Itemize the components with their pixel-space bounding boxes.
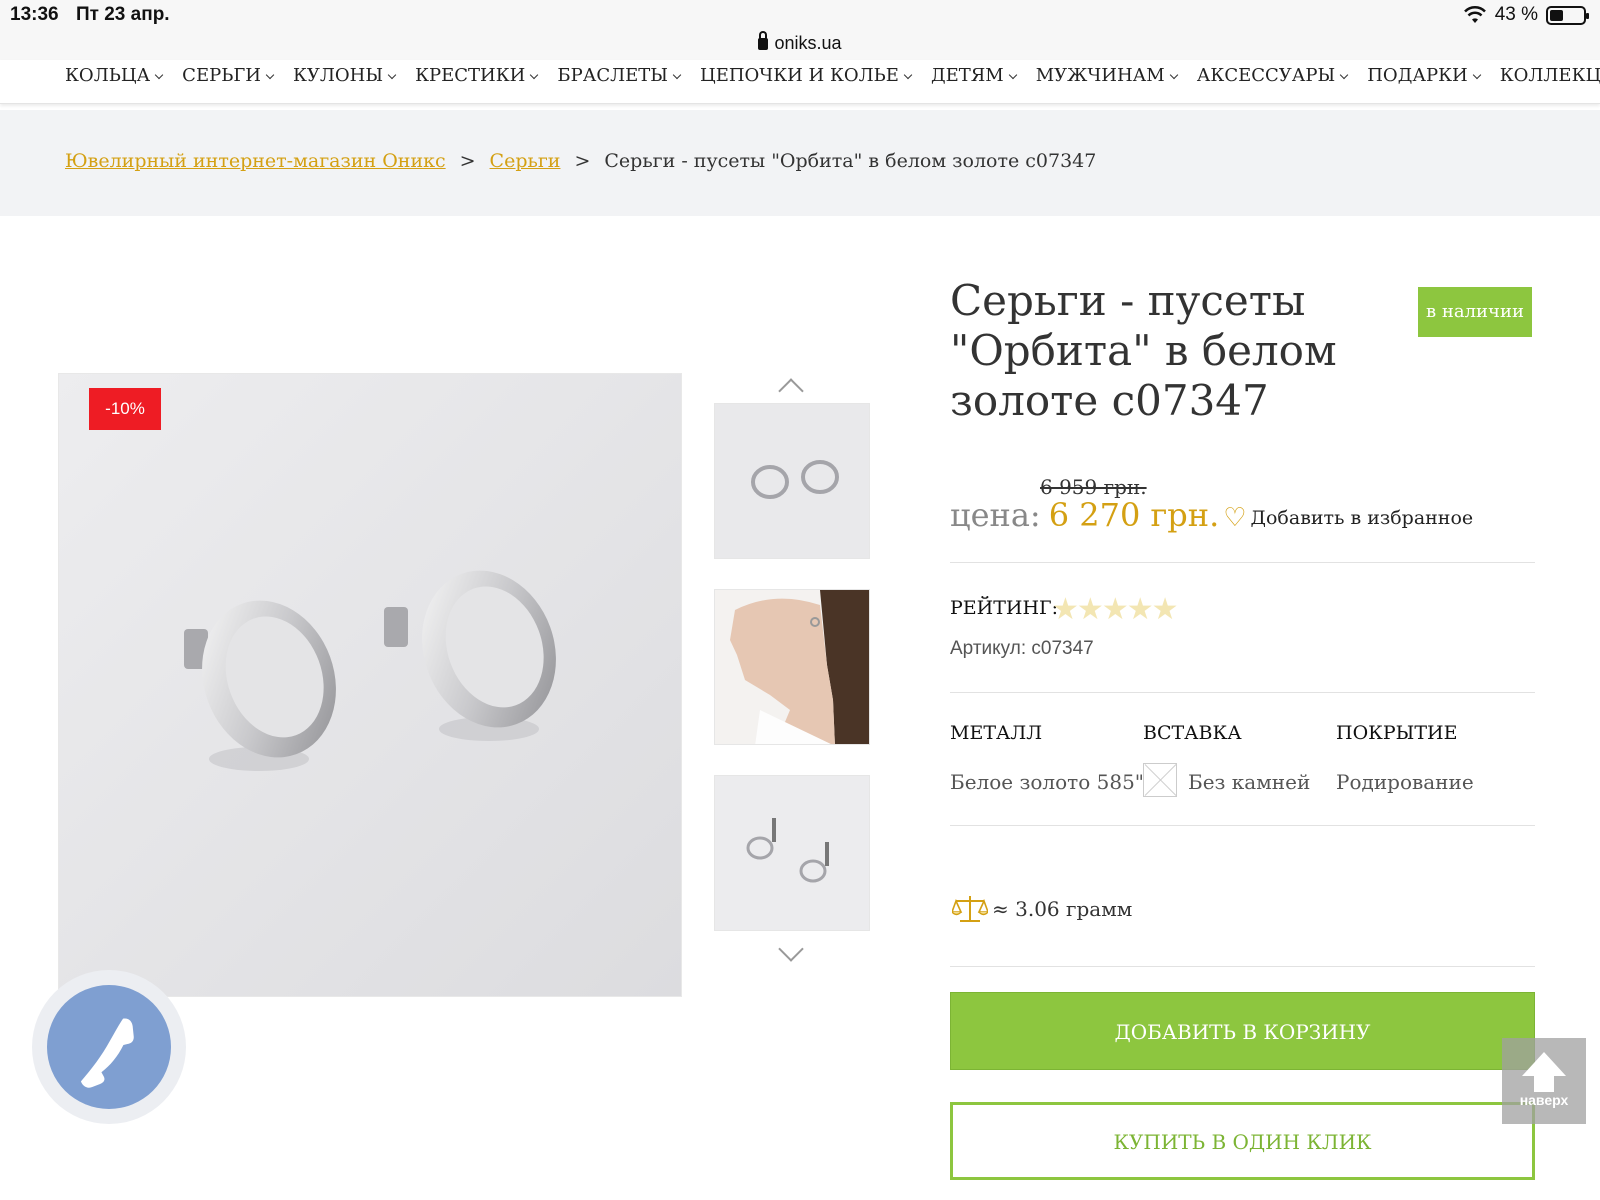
breadcrumb-current: Серьги - пусеты "Орбита" в белом золоте … (604, 150, 1097, 172)
scales-icon (952, 896, 988, 922)
add-to-cart-button[interactable]: ДОБАВИТЬ В КОРЗИНУ (950, 992, 1535, 1070)
star-icon[interactable]: ★ (1052, 592, 1079, 627)
menu-item[interactable]: БРАСЛЕТЫ (557, 60, 682, 92)
menu-item-label: СЕРЬГИ (182, 65, 261, 86)
star-icon[interactable]: ★ (1127, 592, 1154, 627)
chevron-down-icon (1008, 70, 1017, 79)
weight-value: ≈ 3.06 грамм (992, 897, 1133, 921)
prop-insert-head: ВСТАВКА (1143, 722, 1242, 744)
menu-item[interactable]: ПОДАРКИ (1367, 60, 1481, 92)
thumbnail-earrings-back (715, 776, 869, 930)
menu-item[interactable]: КРЕСТИКИ (415, 60, 539, 92)
thumbs-up-arrow[interactable] (778, 378, 804, 404)
chevron-down-icon (265, 70, 275, 79)
thumbnail-earrings-front (715, 404, 869, 558)
battery-icon (1546, 5, 1589, 25)
breadcrumb-separator: > (459, 150, 476, 172)
arrow-up-stem (1534, 1076, 1554, 1092)
thumbs-down-arrow[interactable] (778, 936, 804, 962)
divider (950, 966, 1535, 967)
chevron-down-icon (903, 70, 913, 79)
thumbnail[interactable] (714, 775, 870, 931)
divider (950, 562, 1535, 563)
menu-item[interactable]: МУЖЧИНАМ (1035, 60, 1178, 92)
menu-item-label: АКСЕССУАРЫ (1196, 65, 1336, 86)
main-menu: КОЛЬЦА СЕРЬГИ КУЛОНЫ КРЕСТИКИ БРАСЛЕТЫ ЦЕПОЧК… (0, 60, 1600, 104)
buy-one-click-button[interactable]: КУПИТЬ В ОДИН КЛИК (950, 1102, 1535, 1180)
rating-label: РЕЙТИНГ: (950, 597, 1059, 619)
call-button[interactable] (47, 985, 171, 1109)
breadcrumb: Ювелирный интернет-магазин Оникс > Серьг… (0, 110, 1600, 216)
menu-item[interactable]: КУЛОНЫ (292, 60, 397, 92)
menu-item[interactable]: КОЛЛЕКЦИИ (1500, 60, 1600, 92)
weight-info: ≈ 3.06 грамм (952, 893, 1132, 925)
menu-item-label: МУЖЧИНАМ (1035, 65, 1165, 86)
menu-item-label: КОЛЛЕКЦИИ (1499, 65, 1600, 86)
chevron-down-icon (1169, 70, 1178, 79)
arrow-up-icon (1522, 1052, 1566, 1076)
status-bar: 13:36 Пт 23 апр. 43 % (0, 0, 1600, 30)
lock-icon (758, 31, 769, 50)
prop-metal-value: Белое золото 585" (950, 770, 1145, 794)
menu-item[interactable]: АКСЕССУАРЫ (1196, 60, 1349, 92)
add-to-favorites[interactable]: ♡ Добавить в избранное (1223, 503, 1473, 533)
star-icon[interactable]: ★ (1102, 592, 1129, 627)
chevron-down-icon (672, 70, 682, 79)
star-icon[interactable]: ★ (1077, 592, 1104, 627)
prop-metal-head: МЕТАЛЛ (950, 722, 1043, 744)
phone-icon (80, 1018, 134, 1088)
menu-item-label: КУЛОНЫ (292, 65, 384, 86)
status-time: 13:36 (10, 4, 59, 25)
wifi-icon (1463, 6, 1486, 23)
battery-percent: 43 % (1494, 4, 1538, 25)
price-value: 6 270 грн. (1048, 496, 1220, 534)
divider (950, 825, 1535, 826)
earrings-photo (59, 374, 681, 996)
product-title: Серьги - пусеты "Орбита" в белом золоте … (950, 276, 1337, 425)
chevron-down-icon (530, 70, 539, 79)
thumbnail[interactable] (714, 403, 870, 559)
chevron-down-icon (1472, 70, 1481, 79)
menu-item-label: ЦЕПОЧКИ И КОЛЬЕ (700, 65, 899, 86)
menu-item-label: КРЕСТИКИ (415, 65, 526, 86)
menu-item-label: КОЛЬЦА (65, 65, 151, 86)
status-date: Пт 23 апр. (76, 4, 170, 25)
thumbnail[interactable] (714, 589, 870, 745)
menu-item[interactable]: КОЛЬЦА (65, 60, 164, 92)
breadcrumb-category-link[interactable]: Серьги (490, 150, 561, 172)
prop-coating-head: ПОКРЫТИЕ (1336, 722, 1458, 744)
article-number: Артикул: с07347 (950, 638, 1094, 659)
star-icon[interactable]: ★ (1152, 592, 1179, 627)
chevron-down-icon (154, 70, 164, 79)
rating-stars[interactable]: ★★★★★ (1052, 592, 1179, 627)
divider (950, 692, 1535, 693)
stock-badge: в наличии (1418, 287, 1532, 337)
menu-item-label: ДЕТЯМ (930, 65, 1004, 86)
breadcrumb-separator: > (574, 150, 591, 172)
address-bar[interactable]: oniks.ua (0, 30, 1600, 60)
prop-coating-value: Родирование (1336, 770, 1474, 794)
thumbnail-model-photo (715, 590, 869, 744)
chevron-down-icon (1339, 70, 1349, 79)
heart-icon: ♡ (1223, 503, 1247, 533)
price-row: цена: 6 270 грн. ♡ Добавить в избранное (950, 496, 1473, 534)
menu-item[interactable]: СЕРЬГИ (182, 60, 275, 92)
price-label: цена: (950, 496, 1041, 534)
favorites-label: Добавить в избранное (1250, 507, 1474, 529)
main-product-image[interactable] (58, 373, 682, 997)
chevron-down-icon (387, 70, 397, 79)
scroll-to-top-button[interactable]: наверх (1502, 1038, 1586, 1124)
menu-item[interactable]: ДЕТЯМ (930, 60, 1017, 92)
breadcrumb-home-link[interactable]: Ювелирный интернет-магазин Оникс (65, 150, 446, 172)
discount-badge: -10% (89, 388, 161, 430)
url-text: oniks.ua (774, 33, 842, 53)
menu-item-label: ПОДАРКИ (1367, 65, 1468, 86)
menu-item-label: БРАСЛЕТЫ (557, 65, 668, 86)
menu-item[interactable]: ЦЕПОЧКИ И КОЛЬЕ (700, 60, 913, 92)
status-right: 43 % (1463, 4, 1589, 26)
to-top-label: наверх (1519, 1092, 1569, 1108)
no-stone-icon (1143, 763, 1177, 797)
prop-insert-value: Без камней (1188, 770, 1311, 794)
